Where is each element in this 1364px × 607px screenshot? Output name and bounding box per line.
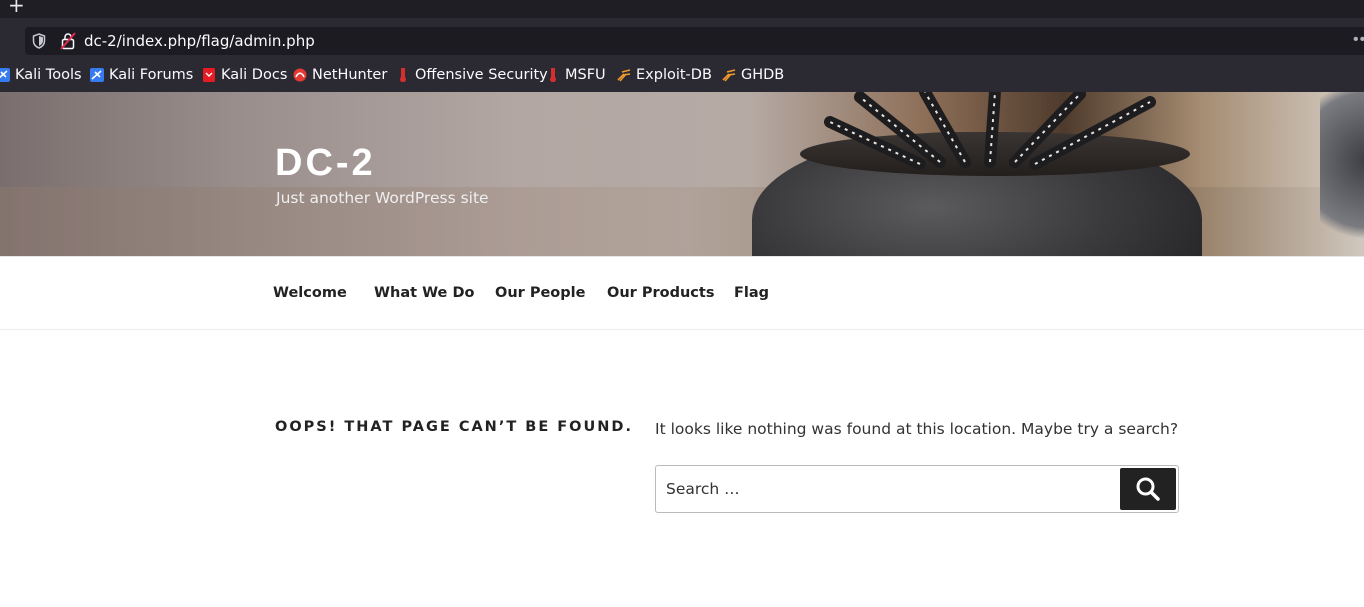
page-actions-menu[interactable]: ••• xyxy=(1353,32,1364,48)
bookmark-label: Kali Docs xyxy=(221,67,288,83)
offsec-icon xyxy=(550,68,556,82)
site-title[interactable]: DC-2 xyxy=(275,142,376,184)
new-tab-button[interactable]: + xyxy=(8,0,25,15)
bookmark-kali-docs[interactable]: Kali Docs xyxy=(202,66,287,84)
bookmark-label: Kali Forums xyxy=(109,67,194,83)
nethunter-icon xyxy=(293,68,307,82)
bookmark-nethunter[interactable]: NetHunter xyxy=(293,66,387,84)
url-text[interactable]: dc-2/index.php/flag/admin.php xyxy=(84,31,315,51)
nav-item-our-people[interactable]: Our People xyxy=(495,284,585,302)
bookmark-exploit-db[interactable]: Exploit-DB xyxy=(617,66,712,84)
nav-item-our-products[interactable]: Our Products xyxy=(607,284,714,302)
bookmark-label: Kali Tools xyxy=(15,67,82,83)
insecure-lock-icon[interactable] xyxy=(60,32,76,50)
bookmark-ghdb[interactable]: GHDB xyxy=(722,66,784,84)
search-icon xyxy=(1136,477,1160,501)
bookmark-label: GHDB xyxy=(741,67,785,83)
tab-strip: + xyxy=(0,0,1364,18)
not-found-message: It looks like nothing was found at this … xyxy=(655,420,1179,438)
bookmark-kali-forums[interactable]: Kali Forums xyxy=(90,66,193,84)
bookmark-label: MSFU xyxy=(565,67,606,83)
bookmark-offensive-security[interactable]: Offensive Security xyxy=(396,66,548,84)
search-input[interactable] xyxy=(666,479,1106,499)
bookmark-msfu[interactable]: MSFU xyxy=(546,66,606,84)
nav-item-welcome[interactable]: Welcome xyxy=(273,284,347,302)
nav-item-what-we-do[interactable]: What We Do xyxy=(374,284,474,302)
header-image xyxy=(0,92,1364,256)
exploitdb-bug-icon xyxy=(722,69,736,82)
bookmark-label: Offensive Security xyxy=(415,67,548,83)
bookmark-label: Exploit-DB xyxy=(636,67,712,83)
shield-icon[interactable] xyxy=(32,33,46,49)
kali-docs-icon xyxy=(203,68,215,82)
kali-dragon-icon xyxy=(0,68,10,82)
search-button[interactable] xyxy=(1120,468,1176,510)
kali-dragon-icon xyxy=(90,68,104,82)
site-description: Just another WordPress site xyxy=(276,189,489,207)
exploitdb-bug-icon xyxy=(617,69,631,82)
page-title: OOPS! THAT PAGE CAN’T BE FOUND. xyxy=(275,419,633,435)
offsec-icon xyxy=(400,68,406,82)
bookmark-label: NetHunter xyxy=(312,67,388,83)
bookmark-kali-tools[interactable]: Kali Tools xyxy=(0,66,82,84)
header-image-plant xyxy=(824,92,1156,170)
nav-item-flag[interactable]: Flag xyxy=(734,284,769,302)
header-image-edge xyxy=(1320,92,1364,256)
